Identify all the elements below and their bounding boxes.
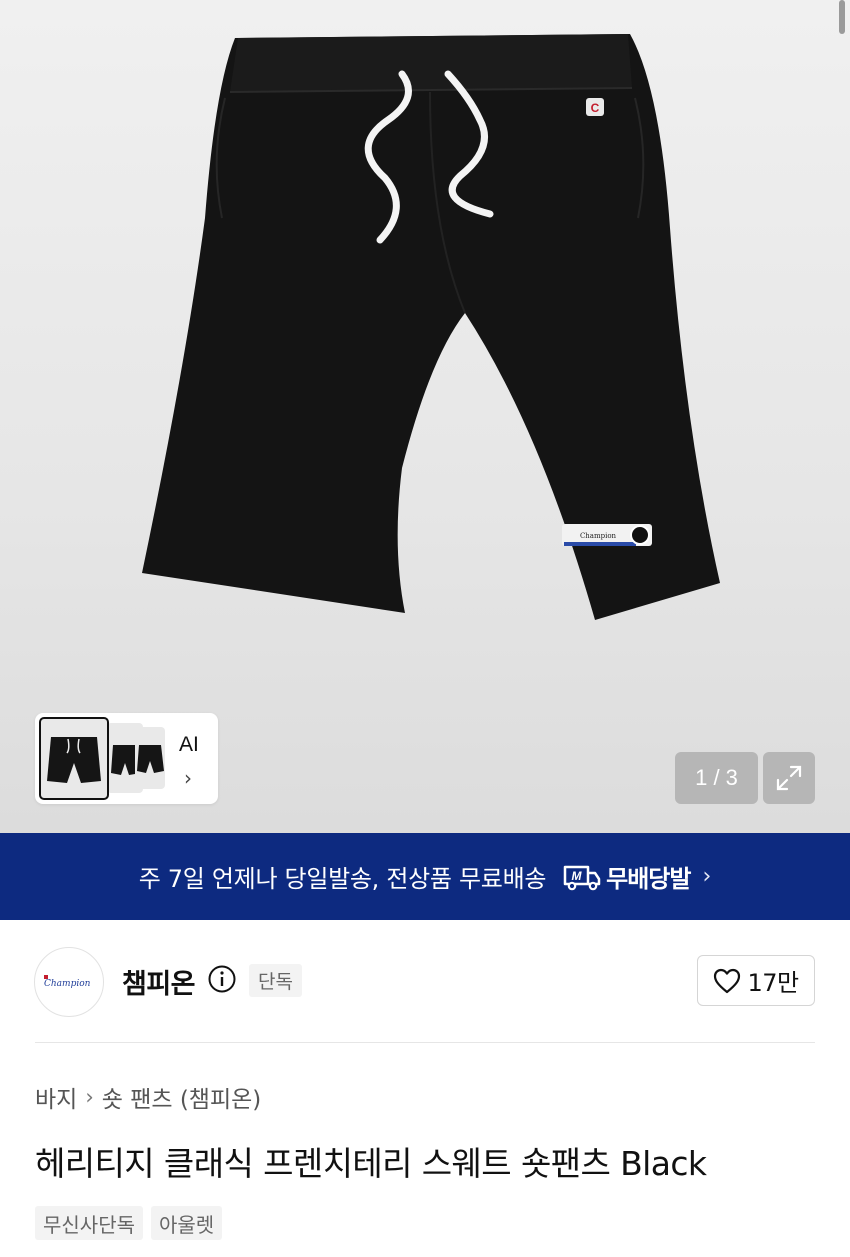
info-icon[interactable]: [207, 964, 237, 994]
image-page-counter: 1 / 3: [675, 752, 758, 804]
thumbnail-strip[interactable]: AI ›: [35, 713, 218, 804]
brand-name[interactable]: 챔피온: [122, 962, 196, 1001]
expand-icon: [776, 765, 802, 791]
banner-badge-text: 무배당발: [606, 865, 691, 893]
banner-badge: M 무배당발: [562, 859, 691, 894]
ai-label[interactable]: AI: [179, 733, 199, 757]
breadcrumb-item-shorts[interactable]: 숏 팬츠 (챔피온): [102, 1080, 262, 1114]
brand-logo[interactable]: Champion: [34, 947, 104, 1017]
like-button[interactable]: 17만: [697, 955, 815, 1006]
product-tags: 무신사단독 아울렛: [35, 1206, 230, 1240]
section-divider: [35, 1042, 815, 1043]
thumbnail-3[interactable]: [135, 727, 165, 789]
breadcrumb-chevron-icon: ›: [85, 1085, 94, 1109]
breadcrumb: 바지 › 숏 팬츠 (챔피온): [35, 1080, 261, 1114]
product-main-image: C Champion: [142, 34, 720, 620]
expand-fullscreen-button[interactable]: [763, 752, 815, 804]
svg-text:Champion: Champion: [580, 532, 617, 540]
product-title: 헤리티지 클래식 프렌치테리 스웨트 숏팬츠 Black: [35, 1144, 707, 1183]
thumbnail-1-selected[interactable]: [39, 717, 109, 800]
delivery-promo-banner[interactable]: 주 7일 언제나 당일발송, 전상품 무료배송 M 무배당발 ›: [0, 833, 850, 920]
svg-text:Champion: Champion: [44, 979, 91, 989]
ai-chevron-right-icon[interactable]: ›: [184, 766, 192, 790]
heart-icon: [714, 968, 741, 993]
product-image-gallery[interactable]: C Champion AI › 1 / 3: [0, 0, 850, 833]
like-count: 17만: [747, 969, 799, 997]
page-scrollbar[interactable]: [839, 0, 845, 34]
svg-text:M: M: [572, 869, 583, 883]
brand-row: Champion 챔피온 단독 17만: [0, 920, 850, 1042]
banner-text: 주 7일 언제나 당일발송, 전상품 무료배송: [138, 865, 547, 893]
exclusive-badge: 단독: [249, 964, 302, 997]
svg-text:C: C: [591, 101, 600, 115]
banner-chevron-right-icon: ›: [702, 864, 712, 889]
breadcrumb-item-pants[interactable]: 바지: [35, 1080, 77, 1114]
tag-outlet: 아울렛: [151, 1206, 223, 1240]
tag-musinsa-exclusive: 무신사단독: [35, 1206, 143, 1240]
delivery-truck-m-icon: M: [563, 865, 601, 890]
